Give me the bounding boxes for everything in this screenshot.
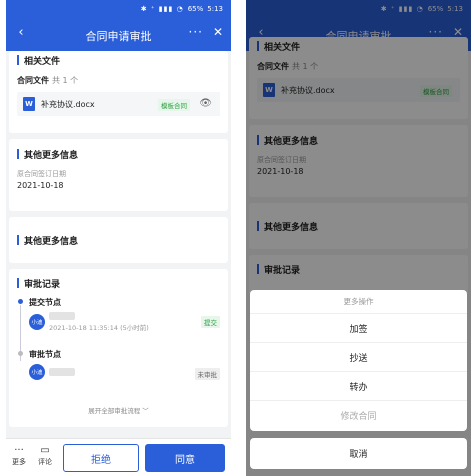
battery-level: 65% [187, 5, 204, 13]
section-marker [17, 278, 19, 288]
approve-button[interactable]: 同意 [145, 444, 225, 472]
preview-eye-icon[interactable]: 👁 [199, 98, 212, 109]
right-screen: ✱ ⁺ ▮▮▮ ◔ 65% 5:13 ‹ 合同申请审批 ··· ✕ 相关文件 合… [246, 0, 471, 476]
approval-timeline: 提交节点 小迪 2021-10-18 11:35:14 (5小时前) 提交 审批… [17, 297, 220, 395]
comment-action[interactable]: ▭ 评论 [36, 445, 54, 467]
approval-record-title: 审批记录 [17, 269, 220, 297]
section-marker [17, 235, 19, 245]
nav-bar: ‹ 合同申请审批 ··· ✕ [6, 18, 231, 51]
other-info-card-1: 其他更多信息 原合同签订日期 2021-10-18 [9, 139, 228, 211]
approval-record-card: 审批记录 提交节点 小迪 2021-10-18 11:35:14 (5小时前) … [9, 269, 228, 427]
content: 相关文件 合同文件共 1 个 W 补充协议.docx 模板合同 👁 其他更多信息… [6, 51, 231, 476]
cancel-button[interactable]: 取消 [250, 438, 467, 469]
word-file-icon: W [23, 97, 35, 111]
cc-option[interactable]: 抄送 [250, 343, 467, 372]
modify-contract-option: 修改合同 [340, 412, 377, 422]
approval-node: 审批节点 小迪 未审批 [29, 349, 220, 395]
node-title: 审批节点 [29, 350, 61, 359]
section-marker [17, 149, 19, 159]
file-item[interactable]: W 补充协议.docx 模板合同 👁 [17, 92, 220, 116]
section-marker [17, 55, 19, 65]
add-signer-option[interactable]: 加签 [250, 314, 467, 343]
timeline-dot-pending [18, 351, 23, 356]
more-icon[interactable]: ··· [189, 25, 203, 39]
status-icons: ✱ ⁺ ▮▮▮ ◔ [140, 5, 184, 13]
timeline-dot-active [18, 299, 23, 304]
other-info-title-2: 其他更多信息 [17, 231, 78, 249]
bottom-action-bar: ··· 更多 ▭ 评论 拒绝 同意 [6, 438, 231, 476]
blurred-user-name [49, 368, 75, 376]
other-info-title-1: 其他更多信息 [17, 139, 220, 169]
other-info-card-2: 其他更多信息 [9, 217, 228, 263]
status-badge-pending: 未审批 [194, 368, 220, 380]
file-count: 共 1 个 [52, 76, 79, 85]
transfer-option[interactable]: 转办 [250, 372, 467, 401]
node-title: 提交节点 [29, 298, 61, 307]
comment-icon: ▭ [40, 445, 50, 456]
status-badge-submitted: 提交 [201, 316, 220, 328]
reject-button[interactable]: 拒绝 [63, 444, 139, 472]
avatar: 小迪 [29, 364, 45, 380]
status-bar: ✱ ⁺ ▮▮▮ ◔ 65% 5:13 [6, 0, 231, 18]
file-name: 补充协议.docx [41, 99, 95, 109]
blurred-user-name [49, 312, 75, 320]
contract-files-label: 合同文件共 1 个 [17, 76, 79, 85]
expand-all-link[interactable]: 展开全部审批流程 ﹀ [17, 405, 220, 415]
more-action[interactable]: ··· 更多 [10, 445, 28, 467]
clock: 5:13 [207, 5, 223, 13]
sheet-title: 更多操作 [250, 290, 467, 314]
files-card: 相关文件 合同文件共 1 个 W 补充协议.docx 模板合同 👁 [9, 51, 228, 133]
avatar: 小迪 [29, 314, 45, 330]
template-contract-tag: 模板合同 [158, 99, 190, 111]
left-screen: ✱ ⁺ ▮▮▮ ◔ 65% 5:13 ‹ 合同申请审批 ··· ✕ 相关文件 合… [6, 0, 231, 476]
more-dots-icon: ··· [14, 445, 24, 456]
original-sign-date-label: 原合同签订日期 [17, 170, 66, 178]
close-icon[interactable]: ✕ [213, 25, 223, 39]
more-actions-sheet: 更多操作 加签 抄送 转办 修改合同 [250, 290, 467, 431]
files-section-title: 相关文件 [17, 51, 220, 69]
submit-node: 提交节点 小迪 2021-10-18 11:35:14 (5小时前) 提交 [29, 297, 220, 349]
original-sign-date-value: 2021-10-18 [17, 181, 64, 190]
node-time: 2021-10-18 11:35:14 (5小时前) [49, 324, 149, 332]
